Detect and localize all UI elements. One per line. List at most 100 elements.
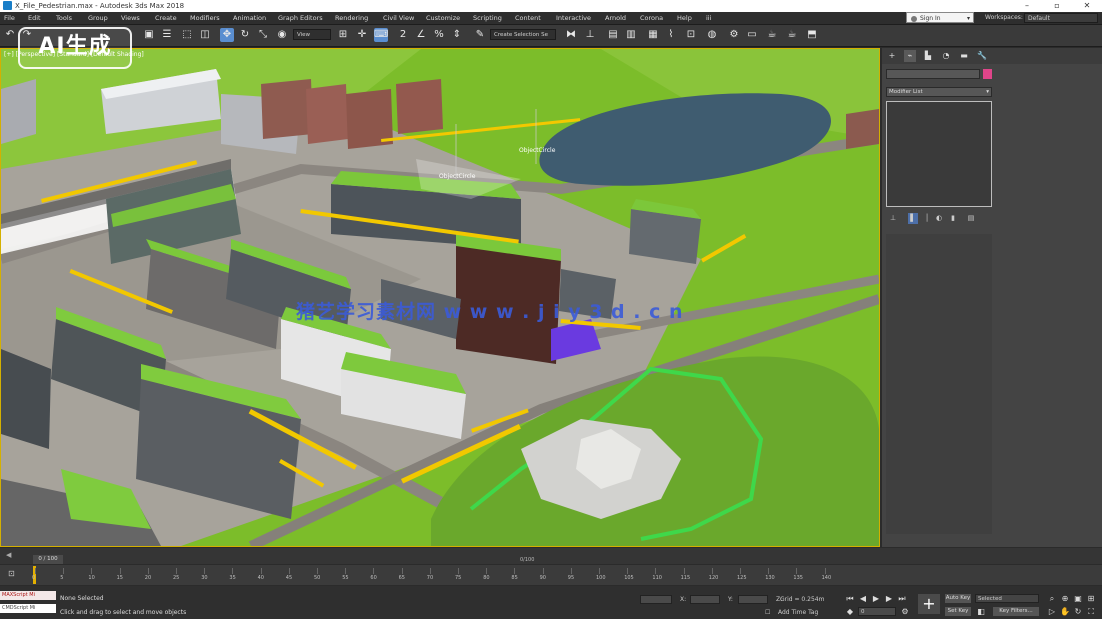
layer-explorer-icon[interactable]: ▥ <box>624 28 638 42</box>
select-move-icon[interactable]: ✥ <box>220 28 234 42</box>
display-tab-icon[interactable]: ▬ <box>958 50 970 62</box>
next-frame-icon[interactable]: ▶ <box>884 594 894 604</box>
remove-modifier-icon[interactable]: ◐ <box>934 213 944 224</box>
menu-help[interactable]: Help <box>677 12 692 24</box>
workspace-select[interactable]: Default <box>1024 13 1098 23</box>
set-keys-button[interactable]: + <box>918 594 940 614</box>
render-setup-icon[interactable]: ⚙ <box>727 28 741 42</box>
rect-selection-icon[interactable]: ⬚ <box>180 28 194 42</box>
select-scale-icon[interactable]: ⤡ <box>256 28 270 42</box>
align-icon[interactable]: ⊥ <box>583 28 597 42</box>
time-slider-thumb[interactable]: 0 / 100 <box>33 555 63 564</box>
time-slider-left-arrow[interactable]: ◀ <box>6 551 11 559</box>
menu-animation[interactable]: Animation <box>233 12 266 24</box>
play-icon[interactable]: ▶ <box>871 594 881 604</box>
go-to-end-icon[interactable]: ⏭ <box>897 594 907 604</box>
curve-editor-icon[interactable]: ⌇ <box>664 28 678 42</box>
maxscript-listener[interactable]: MAXScript Mi <box>0 591 56 600</box>
mirror-icon[interactable]: ⧓ <box>564 28 578 42</box>
menu-scripting[interactable]: Scripting <box>473 12 502 24</box>
menu-edit[interactable]: Edit <box>28 12 41 24</box>
menu-customize[interactable]: Customize <box>426 12 460 24</box>
timeline-ruler[interactable]: ⊡ 0 5 10 15 20 25 30 35 40 45 50 55 60 65 70 75 80 85 90 95… <box>0 565 1102 585</box>
zoom-extents-icon[interactable]: ▣ <box>1073 594 1083 604</box>
menu-interactive[interactable]: Interactive <box>556 12 591 24</box>
show-end-result-icon[interactable]: ▌ <box>908 213 918 224</box>
material-editor-icon[interactable]: ◍ <box>705 28 719 42</box>
minimize-button[interactable]: – <box>1012 0 1042 12</box>
render-iterative-icon[interactable]: ☕ <box>785 28 799 42</box>
key-selection-dropdown[interactable]: Selected <box>975 594 1039 603</box>
schematic-view-icon[interactable]: ⊡ <box>684 28 698 42</box>
isolate-selection-field[interactable] <box>640 595 672 604</box>
menu-create[interactable]: Create <box>155 12 177 24</box>
menu-corona[interactable]: Corona <box>640 12 663 24</box>
sign-in-dropdown[interactable]: Sign In ▾ <box>906 12 974 23</box>
pin-stack-icon[interactable]: ⊥ <box>888 213 898 224</box>
reference-coordinate-select[interactable]: View <box>293 29 331 40</box>
menu-file[interactable]: File <box>4 12 15 24</box>
percent-snap-icon[interactable]: % <box>432 28 446 42</box>
menu-arnold[interactable]: Arnold <box>605 12 626 24</box>
set-key-button[interactable]: Set Key <box>945 607 971 616</box>
maxscript-listener-output[interactable]: CMDScript Mi <box>0 604 56 613</box>
toggle-ribbon-icon[interactable]: ▦ <box>646 28 660 42</box>
perspective-viewport[interactable]: [+] [Perspective] [Standard] [Default Sh… <box>0 48 880 547</box>
pivot-center-icon[interactable]: ⊞ <box>336 28 350 42</box>
keyboard-shortcut-icon[interactable]: ⌨ <box>374 28 388 42</box>
curve-editor-toggle-icon[interactable]: ⊡ <box>8 569 15 578</box>
motion-tab-icon[interactable]: ◔ <box>940 50 952 62</box>
auto-key-button[interactable]: Auto Key <box>945 594 971 603</box>
window-crossing-icon[interactable]: ◫ <box>198 28 212 42</box>
maximize-viewport-icon[interactable]: ⛶ <box>1086 607 1096 617</box>
time-configuration-icon[interactable]: ⚙ <box>900 607 910 617</box>
menu-rendering[interactable]: Rendering <box>335 12 368 24</box>
make-unique-icon[interactable]: │ <box>922 213 932 224</box>
x-coordinate-field[interactable] <box>690 595 720 604</box>
maximize-button[interactable]: ▫ <box>1042 0 1072 12</box>
key-filters-button[interactable]: Key Filters... <box>993 607 1039 616</box>
hierarchy-tab-icon[interactable]: ▙ <box>922 50 934 62</box>
go-to-start-icon[interactable]: ⏮ <box>845 594 855 604</box>
close-button[interactable]: ✕ <box>1072 0 1102 12</box>
render-production-icon[interactable]: ☕ <box>765 28 779 42</box>
modifier-settings-icon[interactable]: ▤ <box>966 213 976 224</box>
select-rotate-icon[interactable]: ↻ <box>238 28 252 42</box>
modify-tab-icon[interactable]: ⌁ <box>904 50 916 62</box>
select-by-name-icon[interactable]: ☰ <box>160 28 174 42</box>
spinner-snap-icon[interactable]: ⇕ <box>450 28 464 42</box>
select-object-icon[interactable]: ▣ <box>142 28 156 42</box>
field-of-view-icon[interactable]: ▷ <box>1047 607 1057 617</box>
add-time-tag[interactable]: Add Time Tag <box>778 608 818 617</box>
scene-explorer-icon[interactable]: ▤ <box>606 28 620 42</box>
undo-icon[interactable]: ↶ <box>3 28 17 42</box>
menu-views[interactable]: Views <box>121 12 140 24</box>
add-time-tag-icon[interactable]: ☐ <box>765 608 770 617</box>
orbit-icon[interactable]: ↻ <box>1073 607 1083 617</box>
key-mode-toggle-icon[interactable]: ◆ <box>845 607 855 617</box>
menu-group[interactable]: Group <box>88 12 108 24</box>
object-name-field[interactable] <box>886 69 980 79</box>
rendered-frame-window-icon[interactable]: ▭ <box>745 28 759 42</box>
snaps-toggle-icon[interactable]: 2 <box>396 28 410 42</box>
select-manipulate-icon[interactable]: ✛ <box>355 28 369 42</box>
menu-civil-view[interactable]: Civil View <box>383 12 414 24</box>
configure-sets-icon[interactable]: ▮ <box>948 213 958 224</box>
zoom-extents-all-icon[interactable]: ⊞ <box>1086 594 1096 604</box>
menu-extra[interactable]: iii <box>706 12 711 24</box>
named-selection-set[interactable]: Create Selection Se <box>490 29 556 40</box>
key-filter-icon[interactable]: ◧ <box>976 607 986 617</box>
menu-modifiers[interactable]: Modifiers <box>190 12 220 24</box>
object-color-swatch[interactable] <box>983 69 992 79</box>
select-place-icon[interactable]: ◉ <box>275 28 289 42</box>
create-tab-icon[interactable]: + <box>886 50 898 62</box>
edit-named-selection-icon[interactable]: ✎ <box>473 28 487 42</box>
previous-frame-icon[interactable]: ◀ <box>858 594 868 604</box>
modifier-list-dropdown[interactable]: Modifier List ▾ <box>886 87 992 97</box>
menu-graph-editors[interactable]: Graph Editors <box>278 12 323 24</box>
modifier-stack[interactable] <box>886 101 992 207</box>
angle-snap-icon[interactable]: ∠ <box>414 28 428 42</box>
y-coordinate-field[interactable] <box>738 595 768 604</box>
menu-content[interactable]: Content <box>515 12 541 24</box>
render-activeshade-icon[interactable]: ⬒ <box>805 28 819 42</box>
